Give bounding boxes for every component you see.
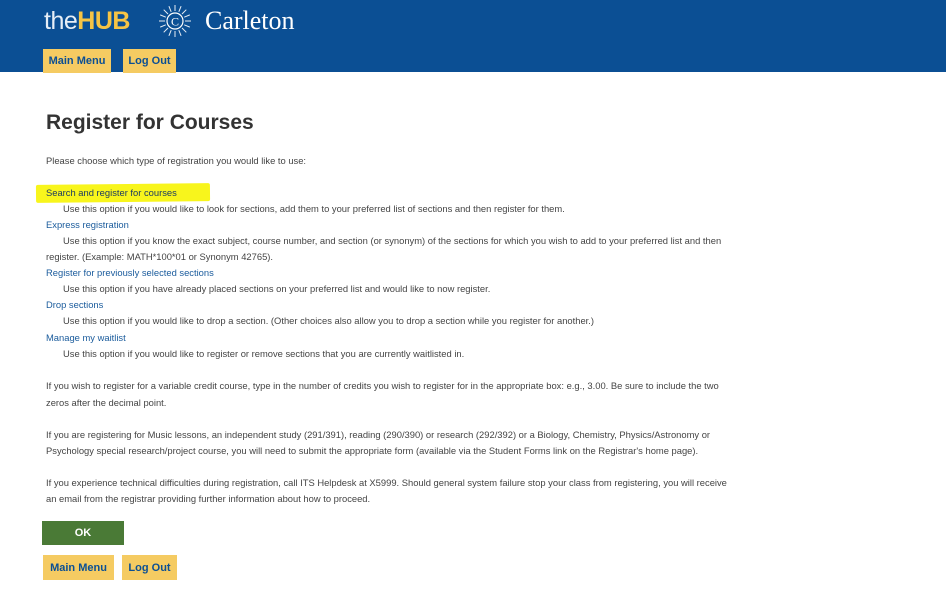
note-technical-line2: an email from the registrar providing fu… bbox=[46, 493, 371, 504]
option-express-registration-description-cont: register. (Example: MATH*100*01 or Synon… bbox=[46, 251, 274, 262]
seal-letter: C bbox=[171, 15, 179, 29]
option-drop-sections-link[interactable]: Drop sections bbox=[46, 297, 103, 313]
main-menu-button[interactable]: Main Menu bbox=[43, 49, 111, 73]
option-search-register-description: Use this option if you would like to loo… bbox=[63, 203, 565, 214]
header-banner: theHUB C Carleton Main Menu Log Out bbox=[0, 0, 946, 73]
note-special-courses-line2: Psychology special research/project cour… bbox=[46, 445, 699, 456]
ok-button[interactable]: OK bbox=[42, 521, 124, 545]
option-manage-waitlist-link[interactable]: Manage my waitlist bbox=[46, 330, 126, 346]
intro-text: Please choose which type of registration… bbox=[46, 155, 307, 166]
footer-log-out-button[interactable]: Log Out bbox=[122, 555, 177, 580]
option-manage-waitlist-description: Use this option if you would like to reg… bbox=[63, 348, 465, 359]
footer-main-menu-button[interactable]: Main Menu bbox=[43, 555, 114, 580]
option-express-registration-link[interactable]: Express registration bbox=[46, 217, 129, 233]
note-special-courses-line1: If you are registering for Music lessons… bbox=[46, 429, 711, 440]
note-technical-line1: If you experience technical difficulties… bbox=[46, 477, 727, 488]
logo-the-text: the bbox=[44, 7, 78, 35]
option-register-previous-link[interactable]: Register for previously selected section… bbox=[46, 265, 214, 281]
option-drop-sections-description: Use this option if you would like to dro… bbox=[63, 315, 595, 326]
page-title: Register for Courses bbox=[46, 111, 254, 134]
carleton-wordmark: Carleton bbox=[205, 6, 295, 35]
option-register-previous-description: Use this option if you have already plac… bbox=[63, 283, 491, 294]
option-search-register-link[interactable]: Search and register for courses bbox=[46, 185, 177, 201]
carleton-seal-icon: C bbox=[159, 5, 191, 37]
thehub-logo: theHUB bbox=[44, 7, 130, 36]
option-express-registration-description: Use this option if you know the exact su… bbox=[63, 235, 722, 246]
logo-hub-text: HUB bbox=[77, 7, 130, 35]
note-variable-credit-line1: If you wish to register for a variable c… bbox=[46, 380, 719, 391]
log-out-button[interactable]: Log Out bbox=[123, 49, 176, 73]
note-variable-credit-line2: zeros after the decimal point. bbox=[46, 397, 167, 408]
